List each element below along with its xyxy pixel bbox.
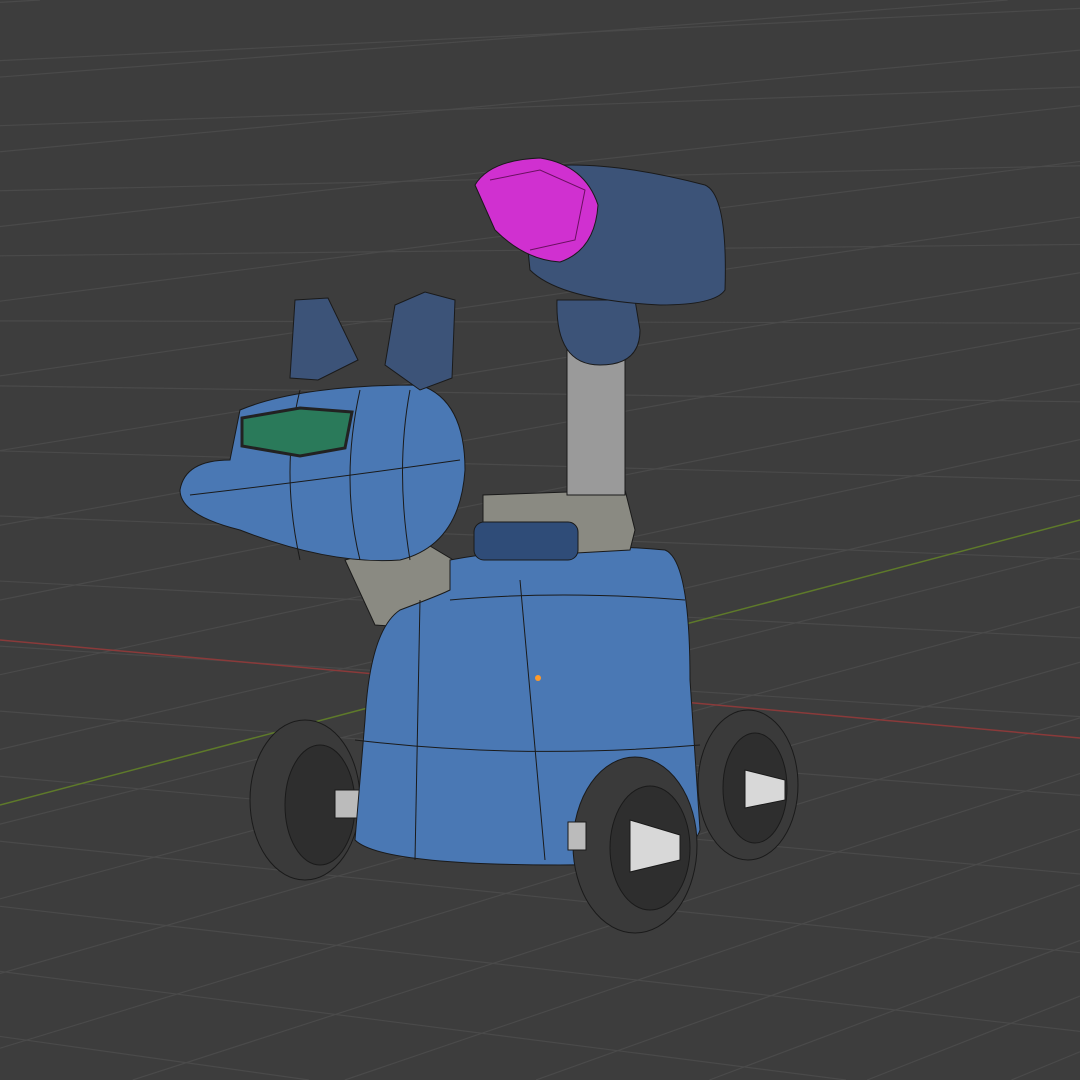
grid-line <box>0 86 1080 127</box>
3d-viewport[interactable] <box>0 0 1080 1080</box>
dial <box>473 521 579 561</box>
grid-line <box>0 0 41 3</box>
wheel-rear-right <box>697 709 799 861</box>
grid-line <box>1011 1051 1080 1080</box>
grid-line <box>0 49 1080 153</box>
origin-dot <box>535 675 541 681</box>
grid-line <box>0 0 1008 78</box>
grid-line <box>709 939 1080 1080</box>
grid-line <box>0 320 1080 324</box>
ear-right <box>384 291 456 391</box>
grid-line <box>0 272 1080 452</box>
grid-line <box>0 385 1080 403</box>
ear-left <box>289 297 359 381</box>
viewport-canvas[interactable] <box>0 0 1080 1080</box>
grid-line <box>0 450 1080 482</box>
eye-visor <box>240 406 354 458</box>
grid-line <box>0 7 1080 62</box>
grid-line <box>0 905 1080 1032</box>
grid-line <box>0 970 846 1080</box>
periscope-pole <box>566 349 626 496</box>
grid-line <box>344 828 1080 1080</box>
wheel-rear-left <box>249 719 366 881</box>
